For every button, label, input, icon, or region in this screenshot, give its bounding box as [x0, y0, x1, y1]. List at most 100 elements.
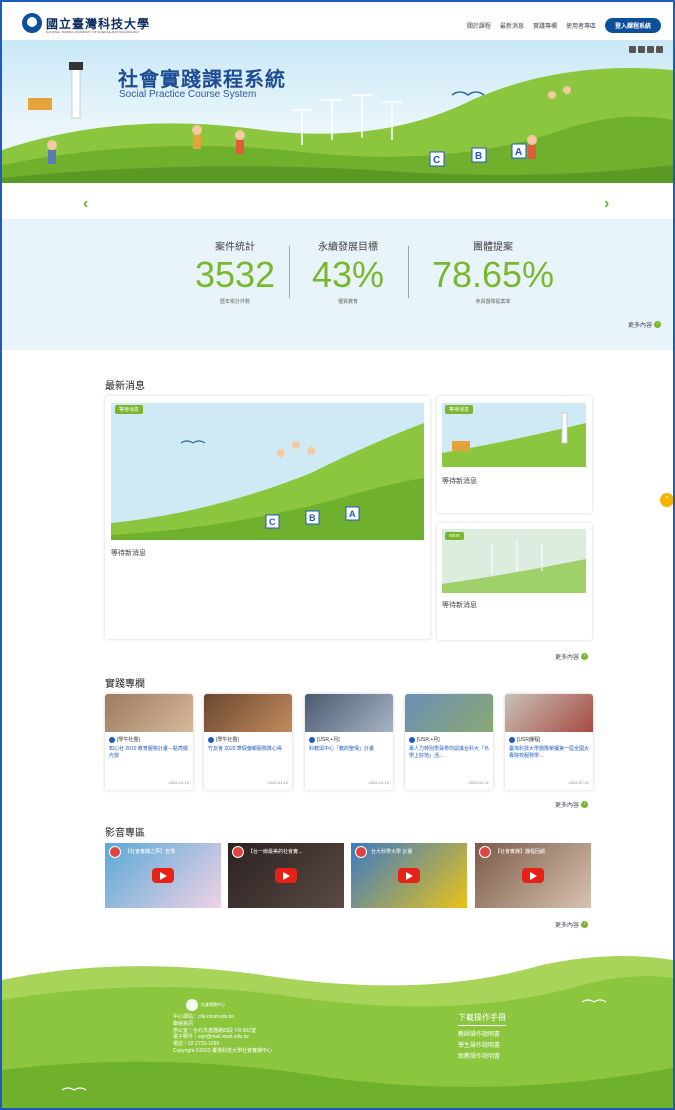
university-logo[interactable]: 國立臺灣科技大學 NATIONAL TAIWAN UNIVERSITY OF S… [22, 13, 150, 34]
news-card-main[interactable]: C B A 等待消息 等待新消息 [105, 396, 430, 639]
hero-block-a: A [515, 147, 522, 158]
news-text: 等待新消息 [442, 602, 477, 609]
stat-value: 43% [311, 254, 385, 295]
stat-group-proposal: 團體提案 78.65% 參與團隊提案率 [418, 238, 568, 305]
news-text: 等待新消息 [442, 478, 477, 485]
practice-card[interactable]: [學牛社團] 竹友會 2020 寒假偏鄉服務隊心得 2022-01-12 [204, 694, 292, 790]
hero-social-icons [629, 46, 663, 53]
more-label: 更多內容 [555, 803, 580, 809]
share-icon[interactable] [629, 46, 636, 53]
arrow-right-icon: › [581, 801, 589, 808]
category-dot-icon [409, 736, 415, 743]
news-more-link[interactable]: 更多內容 › [555, 652, 589, 661]
news-section-title: 最新消息 [105, 381, 145, 392]
site-footer [2, 950, 673, 1108]
news-tag: soon [445, 532, 464, 540]
practice-card[interactable]: [USR,+月] 科教與中心「教的聖保」計畫 2022-01-12 [305, 694, 393, 790]
play-button-icon[interactable] [275, 868, 297, 883]
more-label: 更多內容 [555, 923, 580, 929]
play-button-icon[interactable] [398, 868, 420, 883]
news-main-image: C B A [111, 403, 424, 540]
video-thumbnail[interactable]: 【社會實踐之夢】宣傳 [105, 843, 221, 908]
channel-avatar [109, 846, 121, 858]
download-student-manual[interactable]: 學生操作說明書 [458, 1041, 506, 1052]
footer-site[interactable]: 中心網站：clie.ntust.edu.tw [173, 1014, 272, 1021]
stat-divider [408, 246, 409, 298]
practice-card[interactable]: [USR,+月] 專人力特別學員帶你認識台科大「烏學上好地」活... 2022-… [405, 694, 493, 790]
video-title: 【台一線最美的社會實... [248, 849, 303, 855]
practice-category: [USR課程] [509, 736, 540, 743]
news-text: 等待新消息 [111, 550, 146, 557]
center-emblem-icon [186, 999, 198, 1011]
scroll-to-top-icon[interactable]: ⌃ [660, 493, 674, 507]
login-button[interactable]: 登入課程系統 [604, 18, 661, 33]
stat-label: 案件統計 [215, 242, 255, 253]
practice-card[interactable]: [USR課程] 臺灣科技大學團隊榮獲第一屆全國大專院校服務學... 2022-0… [505, 694, 593, 790]
carousel-next-arrow-icon[interactable]: › [604, 195, 609, 213]
category-dot-icon [208, 736, 214, 743]
practice-card[interactable]: [學牛社團] 知心社 2019 教育服務計畫－點亮燭光營 2022-01-12 [105, 694, 193, 790]
category-dot-icon [509, 736, 515, 743]
news-card-side-2[interactable]: soon 等待新消息 [437, 523, 592, 640]
stat-value: 3532 [194, 254, 276, 295]
footer-logo: 社會實踐中心 [186, 999, 225, 1011]
practice-title[interactable]: 臺灣科技大學團隊榮獲第一屆全國大專院校服務學... [509, 746, 589, 760]
videos-more-link[interactable]: 更多內容 › [555, 920, 589, 929]
practice-category-label: [學牛社團] [117, 737, 140, 743]
arrow-right-icon: › [581, 653, 589, 660]
nav-news[interactable]: 最新消息 [500, 21, 524, 30]
news-block-b: B [309, 513, 316, 523]
video-thumbnail[interactable]: 【社會實踐】課程回顧 [475, 843, 591, 908]
practice-date: 2022-01-12 [168, 780, 189, 785]
download-ta-manual[interactable]: 助教操作說明書 [458, 1052, 506, 1063]
nav-user-area[interactable]: 使用者專區 [566, 21, 596, 30]
practice-category: [USR,+月] [309, 736, 340, 743]
video-title: 【社會實踐】課程回顧 [495, 849, 546, 855]
play-button-icon[interactable] [522, 868, 544, 883]
stat-value: 78.65% [431, 254, 555, 295]
stats-more-link[interactable]: 更多內容 › [628, 320, 662, 329]
hero-block-b: B [475, 151, 482, 162]
practice-category-label: [USR課程] [517, 737, 541, 743]
university-english-name: NATIONAL TAIWAN UNIVERSITY OF SCIENCE AN… [46, 30, 140, 34]
video-thumbnail[interactable]: 【台一線最美的社會實... [228, 843, 344, 908]
channel-avatar [479, 846, 491, 858]
more-label: 更多內容 [628, 323, 653, 329]
stat-caption: 優質教育 [337, 299, 358, 305]
youtube-icon[interactable] [647, 46, 654, 53]
footer-hills [2, 956, 673, 1108]
download-teacher-manual[interactable]: 教師操作說明書 [458, 1030, 506, 1041]
practice-category-label: [USR,+月] [417, 737, 440, 743]
practice-more-link[interactable]: 更多內容 › [555, 800, 589, 809]
stat-caption: 歷年累計件數 [219, 299, 250, 305]
stat-divider [289, 246, 290, 298]
video-title: 【社會實踐之夢】宣傳 [125, 849, 176, 855]
video-thumbnail[interactable]: 台大科學大學 計畫 [351, 843, 467, 908]
nav-about[interactable]: 關於課程 [467, 21, 491, 30]
practice-title[interactable]: 知心社 2019 教育服務計畫－點亮燭光營 [109, 746, 189, 760]
main-nav: 關於課程 最新消息 實踐專欄 使用者專區 登入課程系統 [467, 18, 661, 33]
practice-card-image [305, 694, 393, 732]
more-label: 更多內容 [555, 655, 580, 661]
site-header: 國立臺灣科技大學 NATIONAL TAIWAN UNIVERSITY OF S… [2, 2, 673, 40]
footer-contact: 中心網站：clie.ntust.edu.tw 聯絡資訊 辦公室｜台北市基隆路四段… [173, 1014, 272, 1055]
practice-card-image [405, 694, 493, 732]
arrow-right-icon: › [581, 921, 589, 928]
practice-title[interactable]: 竹友會 2020 寒假偏鄉服務隊心得 [208, 746, 288, 753]
stat-caption: 參與團隊提案率 [475, 299, 511, 305]
videos-section-title: 影音專區 [105, 828, 145, 839]
facebook-icon[interactable] [638, 46, 645, 53]
category-dot-icon [109, 736, 115, 743]
hero-banner: C B A 社會實踐課程系統 Social Practice Course Sy… [2, 40, 673, 183]
footer-copyright: Copyright ©2022 臺灣科技大學社會實踐中心 [173, 1047, 272, 1054]
nav-practice[interactable]: 實踐專欄 [533, 21, 557, 30]
mail-icon[interactable] [656, 46, 663, 53]
practice-title[interactable]: 科教與中心「教的聖保」計畫 [309, 746, 389, 753]
practice-card-image [105, 694, 193, 732]
practice-title[interactable]: 專人力特別學員帶你認識台科大「烏學上好地」活... [409, 746, 489, 760]
practice-category: [學牛社團] [109, 736, 140, 743]
stat-cases: 案件統計 3532 歷年累計件數 [190, 238, 280, 305]
play-button-icon[interactable] [152, 868, 174, 883]
carousel-prev-arrow-icon[interactable]: ‹ [83, 195, 88, 213]
news-card-side-1[interactable]: 等待消息 等待新消息 [437, 396, 592, 513]
